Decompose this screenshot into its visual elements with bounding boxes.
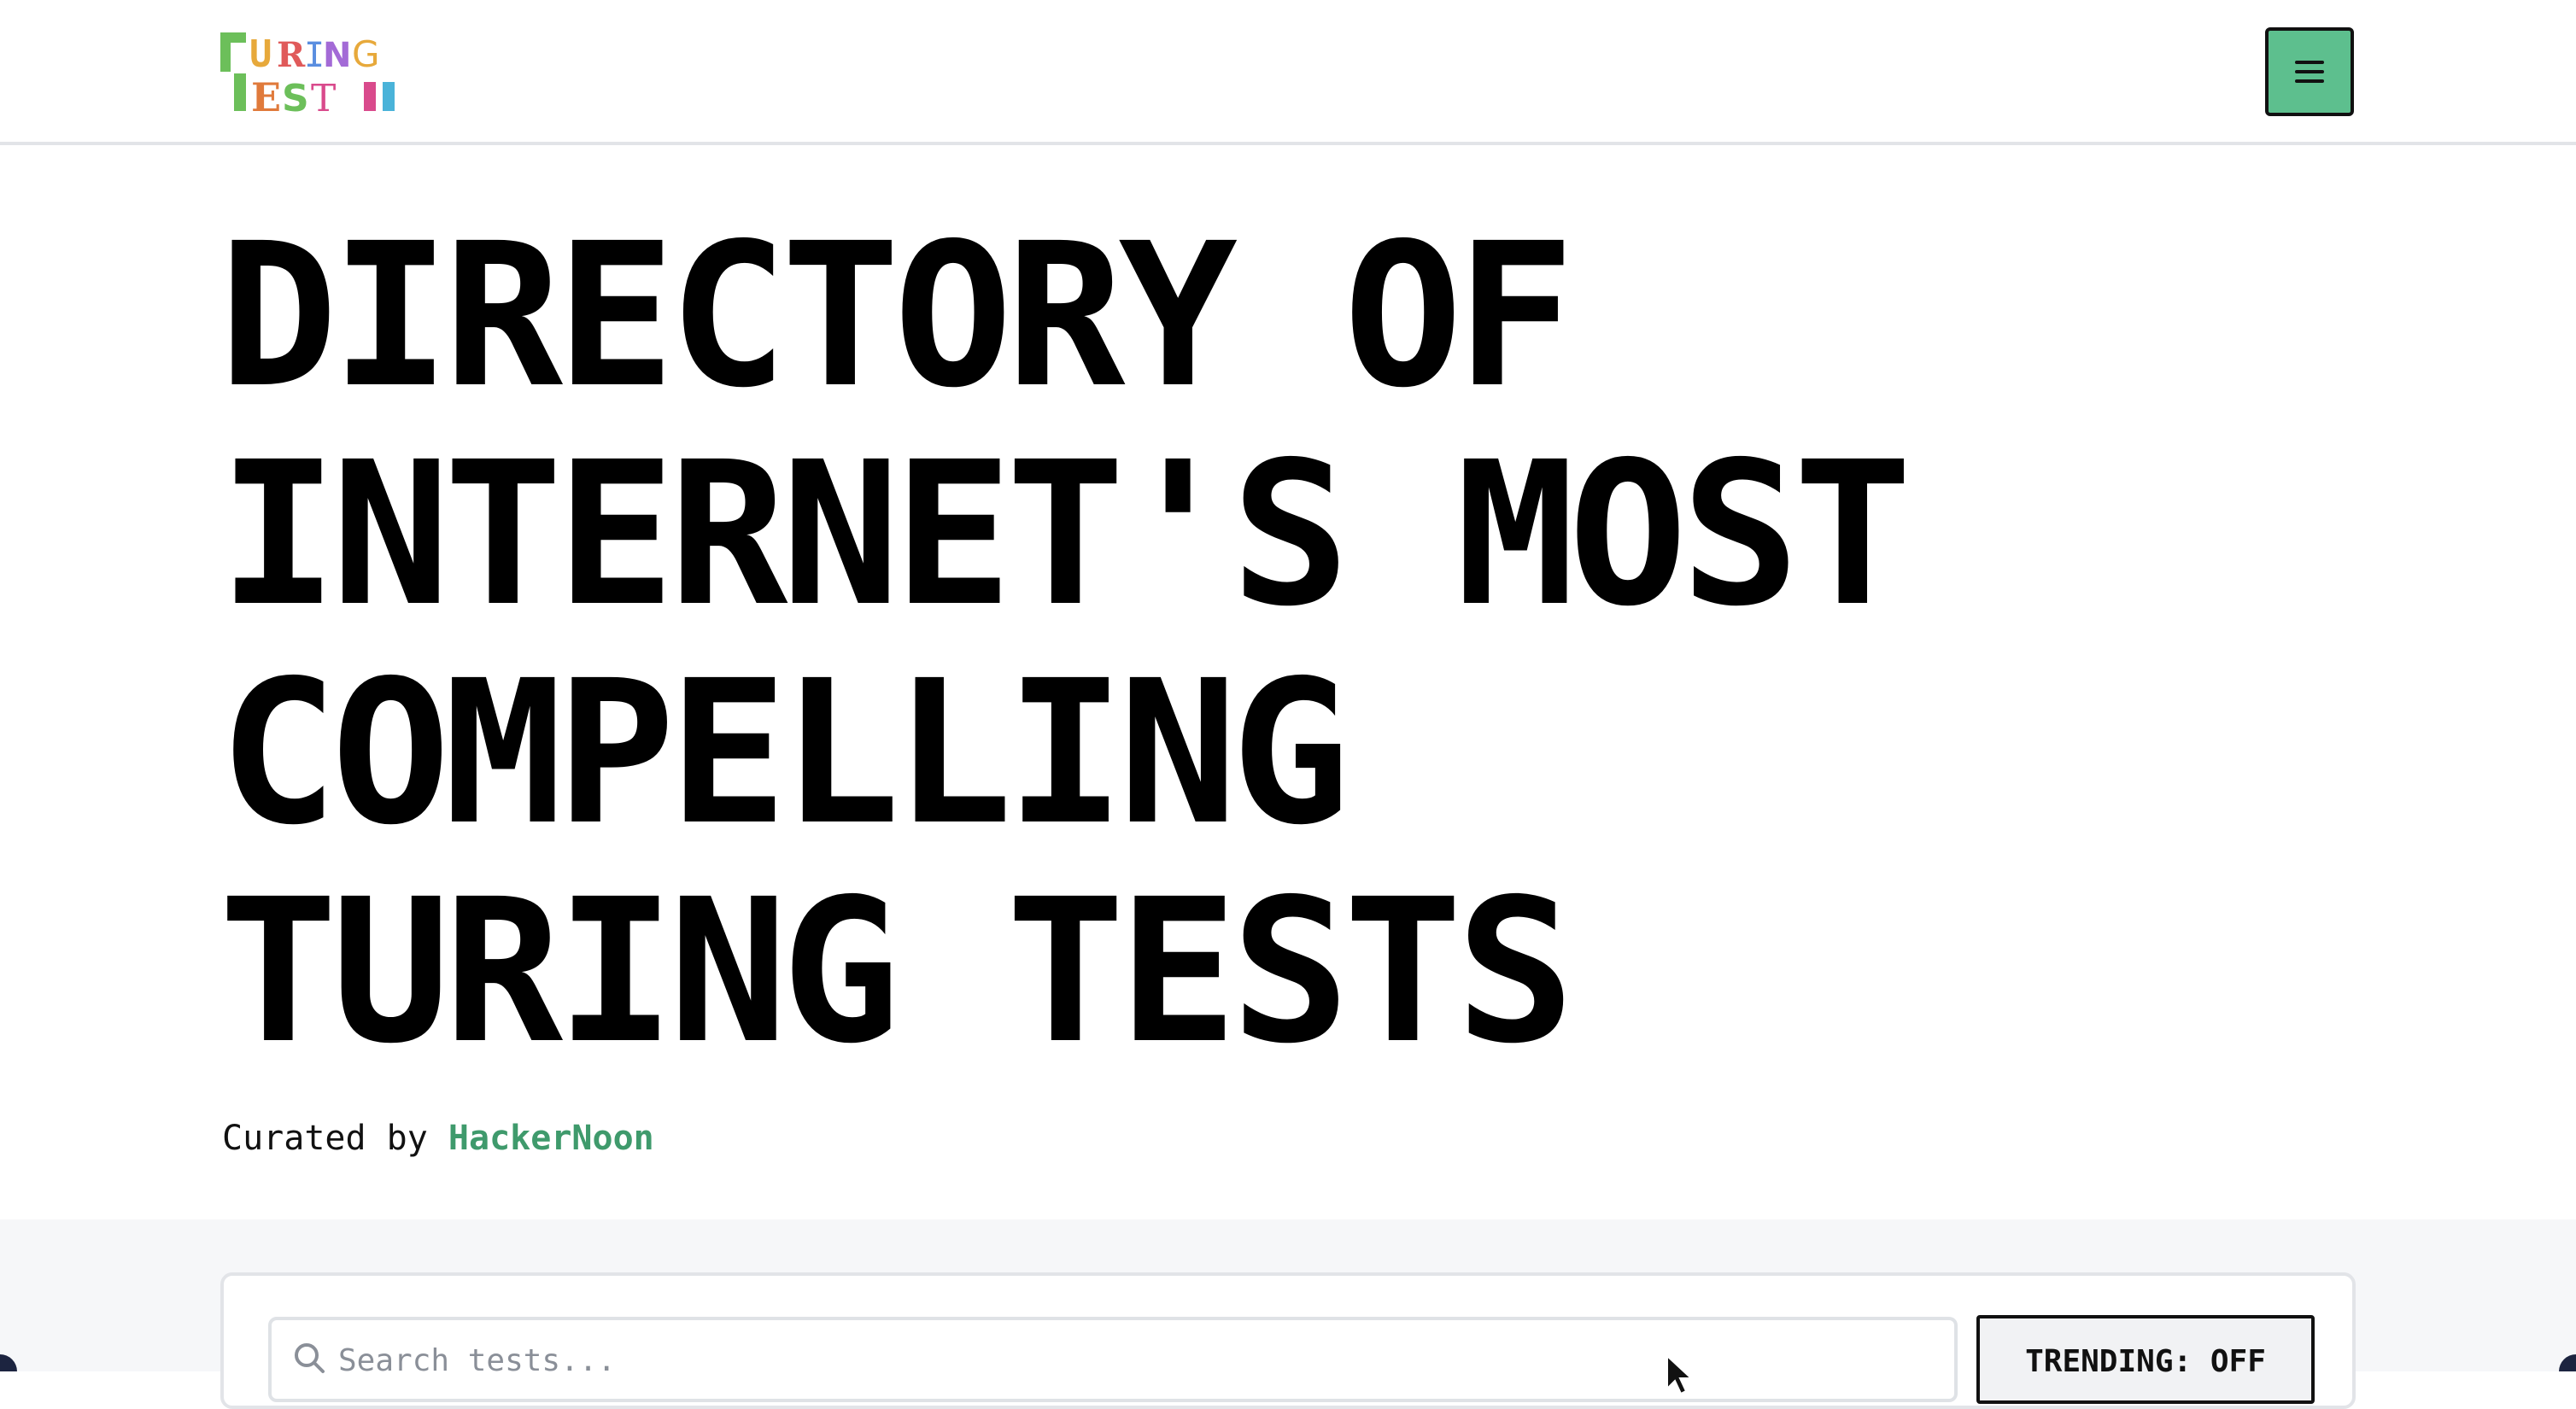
trending-toggle-button[interactable]: TRENDING: OFF [1976, 1315, 2315, 1404]
search-panel: TRENDING: OFF [220, 1272, 2356, 1409]
search-icon [292, 1341, 326, 1375]
page-title: DIRECTORY OF INTERNET'S MOST COMPELLING … [219, 207, 2439, 1081]
turing-test-logo[interactable]: U R I N G E S T [220, 29, 412, 116]
menu-button[interactable] [2265, 27, 2354, 116]
svg-text:R: R [277, 35, 306, 75]
window-corner [2559, 1354, 2576, 1371]
svg-text:G: G [352, 33, 380, 75]
title-line: TURING TESTS [219, 857, 1575, 1087]
svg-text:U: U [249, 32, 272, 76]
tests-directory-section: TRENDING: OFF [0, 1219, 2576, 1409]
top-navigation-bar: U R I N G E S T [0, 0, 2576, 145]
curated-by-text: Curated by HackerNoon [222, 1117, 654, 1160]
svg-text:S: S [282, 77, 309, 116]
svg-text:T: T [311, 77, 336, 116]
hackernoon-link[interactable]: HackerNoon [448, 1119, 654, 1158]
svg-text:I: I [304, 36, 325, 75]
search-field[interactable] [268, 1317, 1958, 1402]
window-corner [0, 1354, 17, 1371]
svg-text:N: N [323, 36, 351, 75]
title-line: INTERNET'S MOST [219, 419, 1912, 650]
title-line: DIRECTORY OF [219, 201, 1575, 431]
hero-section: DIRECTORY OF INTERNET'S MOST COMPELLING … [0, 149, 2576, 1219]
title-line: COMPELLING [219, 638, 1350, 868]
curated-prefix: Curated by [222, 1119, 428, 1158]
mouse-pointer-icon [1666, 1354, 1695, 1395]
svg-text:E: E [251, 74, 281, 116]
hamburger-menu-icon [2295, 61, 2324, 83]
